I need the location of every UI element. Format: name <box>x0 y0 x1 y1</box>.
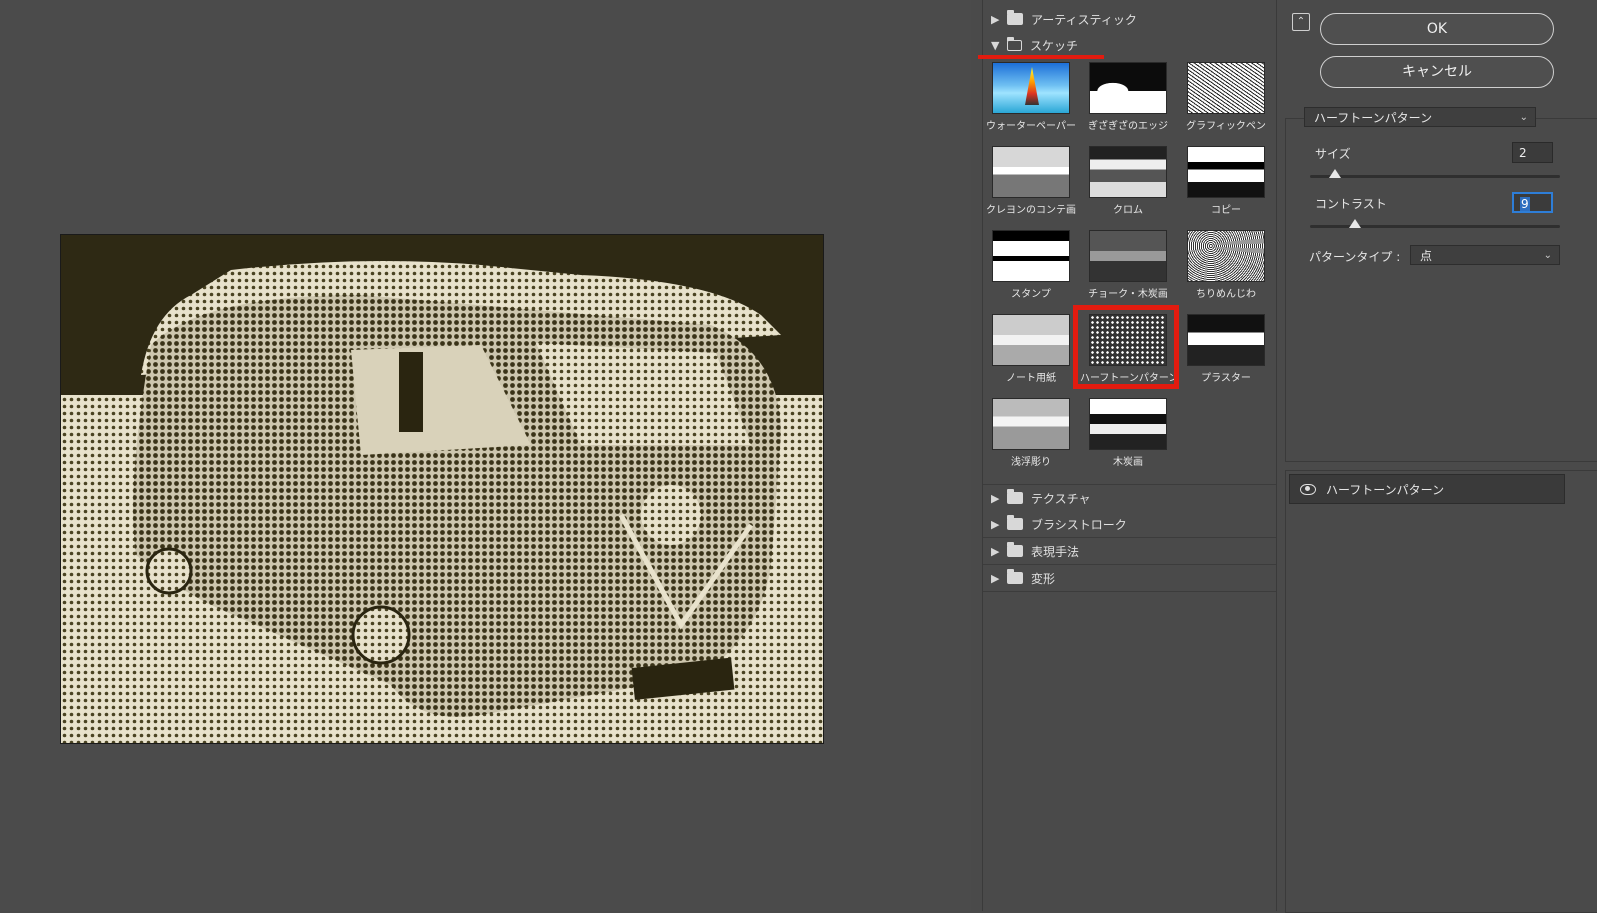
open-folder-icon <box>1007 36 1022 51</box>
folder-icon <box>1007 569 1023 584</box>
filter-thumbnail[interactable]: ウォーターペーパー <box>983 62 1079 132</box>
filter-thumbnail-image <box>1187 146 1265 198</box>
pattern-type-label: パターンタイプ : <box>1309 250 1401 264</box>
folder-icon <box>1007 542 1023 557</box>
size-input[interactable]: 2 <box>1512 142 1553 163</box>
filter-thumbnail-image <box>1187 314 1265 366</box>
filter-thumbnail[interactable]: スタンプ <box>983 230 1079 300</box>
chevrons-up-icon: ⌃ <box>1296 16 1306 27</box>
cancel-button[interactable]: キャンセル <box>1320 56 1554 88</box>
contrast-slider-thumb[interactable] <box>1349 219 1361 228</box>
filter-type-select[interactable]: ハーフトーンパターン ⌄ <box>1304 107 1536 127</box>
filter-thumbnail-label: ノート用紙 <box>1006 373 1056 384</box>
filter-thumbnail-label: ぎざぎざのエッジ <box>1088 121 1168 132</box>
effect-layer-label: ハーフトーンパターン <box>1326 482 1445 497</box>
filter-thumbnail-image <box>1089 230 1167 282</box>
filter-thumbnail-image <box>1187 62 1265 114</box>
chevron-down-icon: ⌄ <box>1519 112 1528 123</box>
category-texture[interactable]: ▶ テクスチャ <box>983 484 1276 512</box>
folder-icon <box>1007 489 1023 504</box>
filter-thumbnail-image <box>1089 146 1167 198</box>
filter-thumbnail-image <box>992 146 1070 198</box>
preview-area <box>0 0 971 911</box>
expand-arrow-icon: ▶ <box>991 571 1000 585</box>
pattern-type-select[interactable]: 点 ⌄ <box>1410 245 1560 265</box>
filter-thumbnail-label: ちりめんじわ <box>1196 289 1256 300</box>
filter-thumbnail-image <box>992 398 1070 450</box>
filter-thumbnail[interactable]: ちりめんじわ <box>1178 230 1274 300</box>
filter-thumbnail-image <box>992 230 1070 282</box>
folder-icon <box>1007 515 1023 530</box>
category-stylize[interactable]: ▶ 表現手法 <box>983 538 1276 565</box>
category-distort[interactable]: ▶ 変形 <box>983 565 1276 592</box>
filter-thumbnail-image <box>1187 230 1265 282</box>
filter-thumbnail-image <box>992 314 1070 366</box>
filter-thumbnail-label: クレヨンのコンテ画 <box>986 205 1076 216</box>
contrast-input[interactable]: 9 <box>1512 192 1553 213</box>
pattern-type-value: 点 <box>1420 249 1433 263</box>
collapse-arrow-icon: ▼ <box>991 38 1000 52</box>
filter-thumbnail[interactable]: チョーク・木炭画 <box>1080 230 1176 300</box>
size-slider[interactable] <box>1310 169 1560 178</box>
ok-button[interactable]: OK <box>1320 13 1554 45</box>
van-silhouette <box>61 235 823 743</box>
chevron-down-icon: ⌄ <box>1543 250 1552 261</box>
size-value: 2 <box>1519 146 1527 160</box>
filter-select-value: ハーフトーンパターン <box>1314 111 1433 125</box>
filter-thumbnail-label: 浅浮彫り <box>1011 457 1051 468</box>
filter-thumbnail-label: ウォーターペーパー <box>986 121 1076 132</box>
filter-thumbnail-label: ハーフトーンパターン <box>1080 373 1179 384</box>
preview-image[interactable] <box>60 234 824 744</box>
filter-thumbnail[interactable]: 浅浮彫り <box>983 398 1079 468</box>
expand-arrow-icon: ▶ <box>991 12 1000 26</box>
filter-thumbnail[interactable]: コピー <box>1178 146 1274 216</box>
filter-thumbnail-label: スタンプ <box>1011 289 1051 300</box>
filter-thumbnail[interactable]: クレヨンのコンテ画 <box>983 146 1079 216</box>
filter-thumbnail-label: グラフィックペン <box>1186 121 1266 132</box>
filter-thumbnail[interactable]: ノート用紙 <box>983 314 1079 384</box>
category-label: 表現手法 <box>1031 544 1080 559</box>
category-brush-strokes[interactable]: ▶ ブラシストローク <box>983 511 1276 538</box>
category-label: 変形 <box>1031 571 1056 586</box>
contrast-label: コントラスト <box>1315 197 1387 211</box>
filter-thumbnail-image <box>1089 62 1167 114</box>
size-slider-thumb[interactable] <box>1329 169 1341 178</box>
category-label: アーティスティック <box>1031 12 1137 27</box>
filter-thumbnail[interactable]: プラスター <box>1178 314 1274 384</box>
filter-thumbnail[interactable]: グラフィックペン <box>1178 62 1274 132</box>
filter-thumbnail-label: 木炭画 <box>1113 457 1143 468</box>
settings-panel: ⌃ OK キャンセル ハーフトーンパターン ⌄ サイズ 2 コントラスト 9 パ… <box>1285 0 1597 913</box>
filter-thumbnail[interactable]: クロム <box>1080 146 1176 216</box>
filter-thumbnail-image <box>1089 398 1167 450</box>
filter-thumbnail[interactable]: ぎざぎざのエッジ <box>1080 62 1176 132</box>
folder-icon <box>1007 10 1023 25</box>
filter-thumbnail-label: クロム <box>1113 205 1143 216</box>
effect-layers-box <box>1285 470 1597 913</box>
filter-thumbnail[interactable]: ハーフトーンパターン <box>1073 305 1179 389</box>
contrast-slider[interactable] <box>1310 219 1560 228</box>
filter-thumbnail-image <box>992 62 1070 114</box>
contrast-value: 9 <box>1520 197 1530 211</box>
filter-thumbnail[interactable]: 木炭画 <box>1080 398 1176 468</box>
filter-thumbnail-label: チョーク・木炭画 <box>1088 289 1168 300</box>
category-label: スケッチ <box>1030 38 1079 53</box>
expand-arrow-icon: ▶ <box>991 491 1000 505</box>
category-label: ブラシストローク <box>1031 517 1127 532</box>
filter-thumbnail-image <box>1089 314 1167 366</box>
eye-icon[interactable] <box>1300 483 1316 495</box>
sketch-annotation-underline <box>978 55 1104 59</box>
filter-thumbnail-label: コピー <box>1211 205 1241 216</box>
expand-arrow-icon: ▶ <box>991 544 1000 558</box>
collapse-gallery-button[interactable]: ⌃ <box>1292 13 1310 31</box>
effect-layer-row[interactable]: ハーフトーンパターン <box>1289 474 1565 504</box>
category-label: テクスチャ <box>1031 491 1091 506</box>
category-artistic[interactable]: ▶ アーティスティック <box>983 6 1276 33</box>
filter-thumbnail-label: プラスター <box>1201 373 1251 384</box>
filter-gallery-panel: ▶ アーティスティック ▼ スケッチ ウォーターペーパー ぎざぎざのエッジ グラフィ… <box>978 0 1277 911</box>
expand-arrow-icon: ▶ <box>991 517 1000 531</box>
size-label: サイズ <box>1315 147 1351 161</box>
